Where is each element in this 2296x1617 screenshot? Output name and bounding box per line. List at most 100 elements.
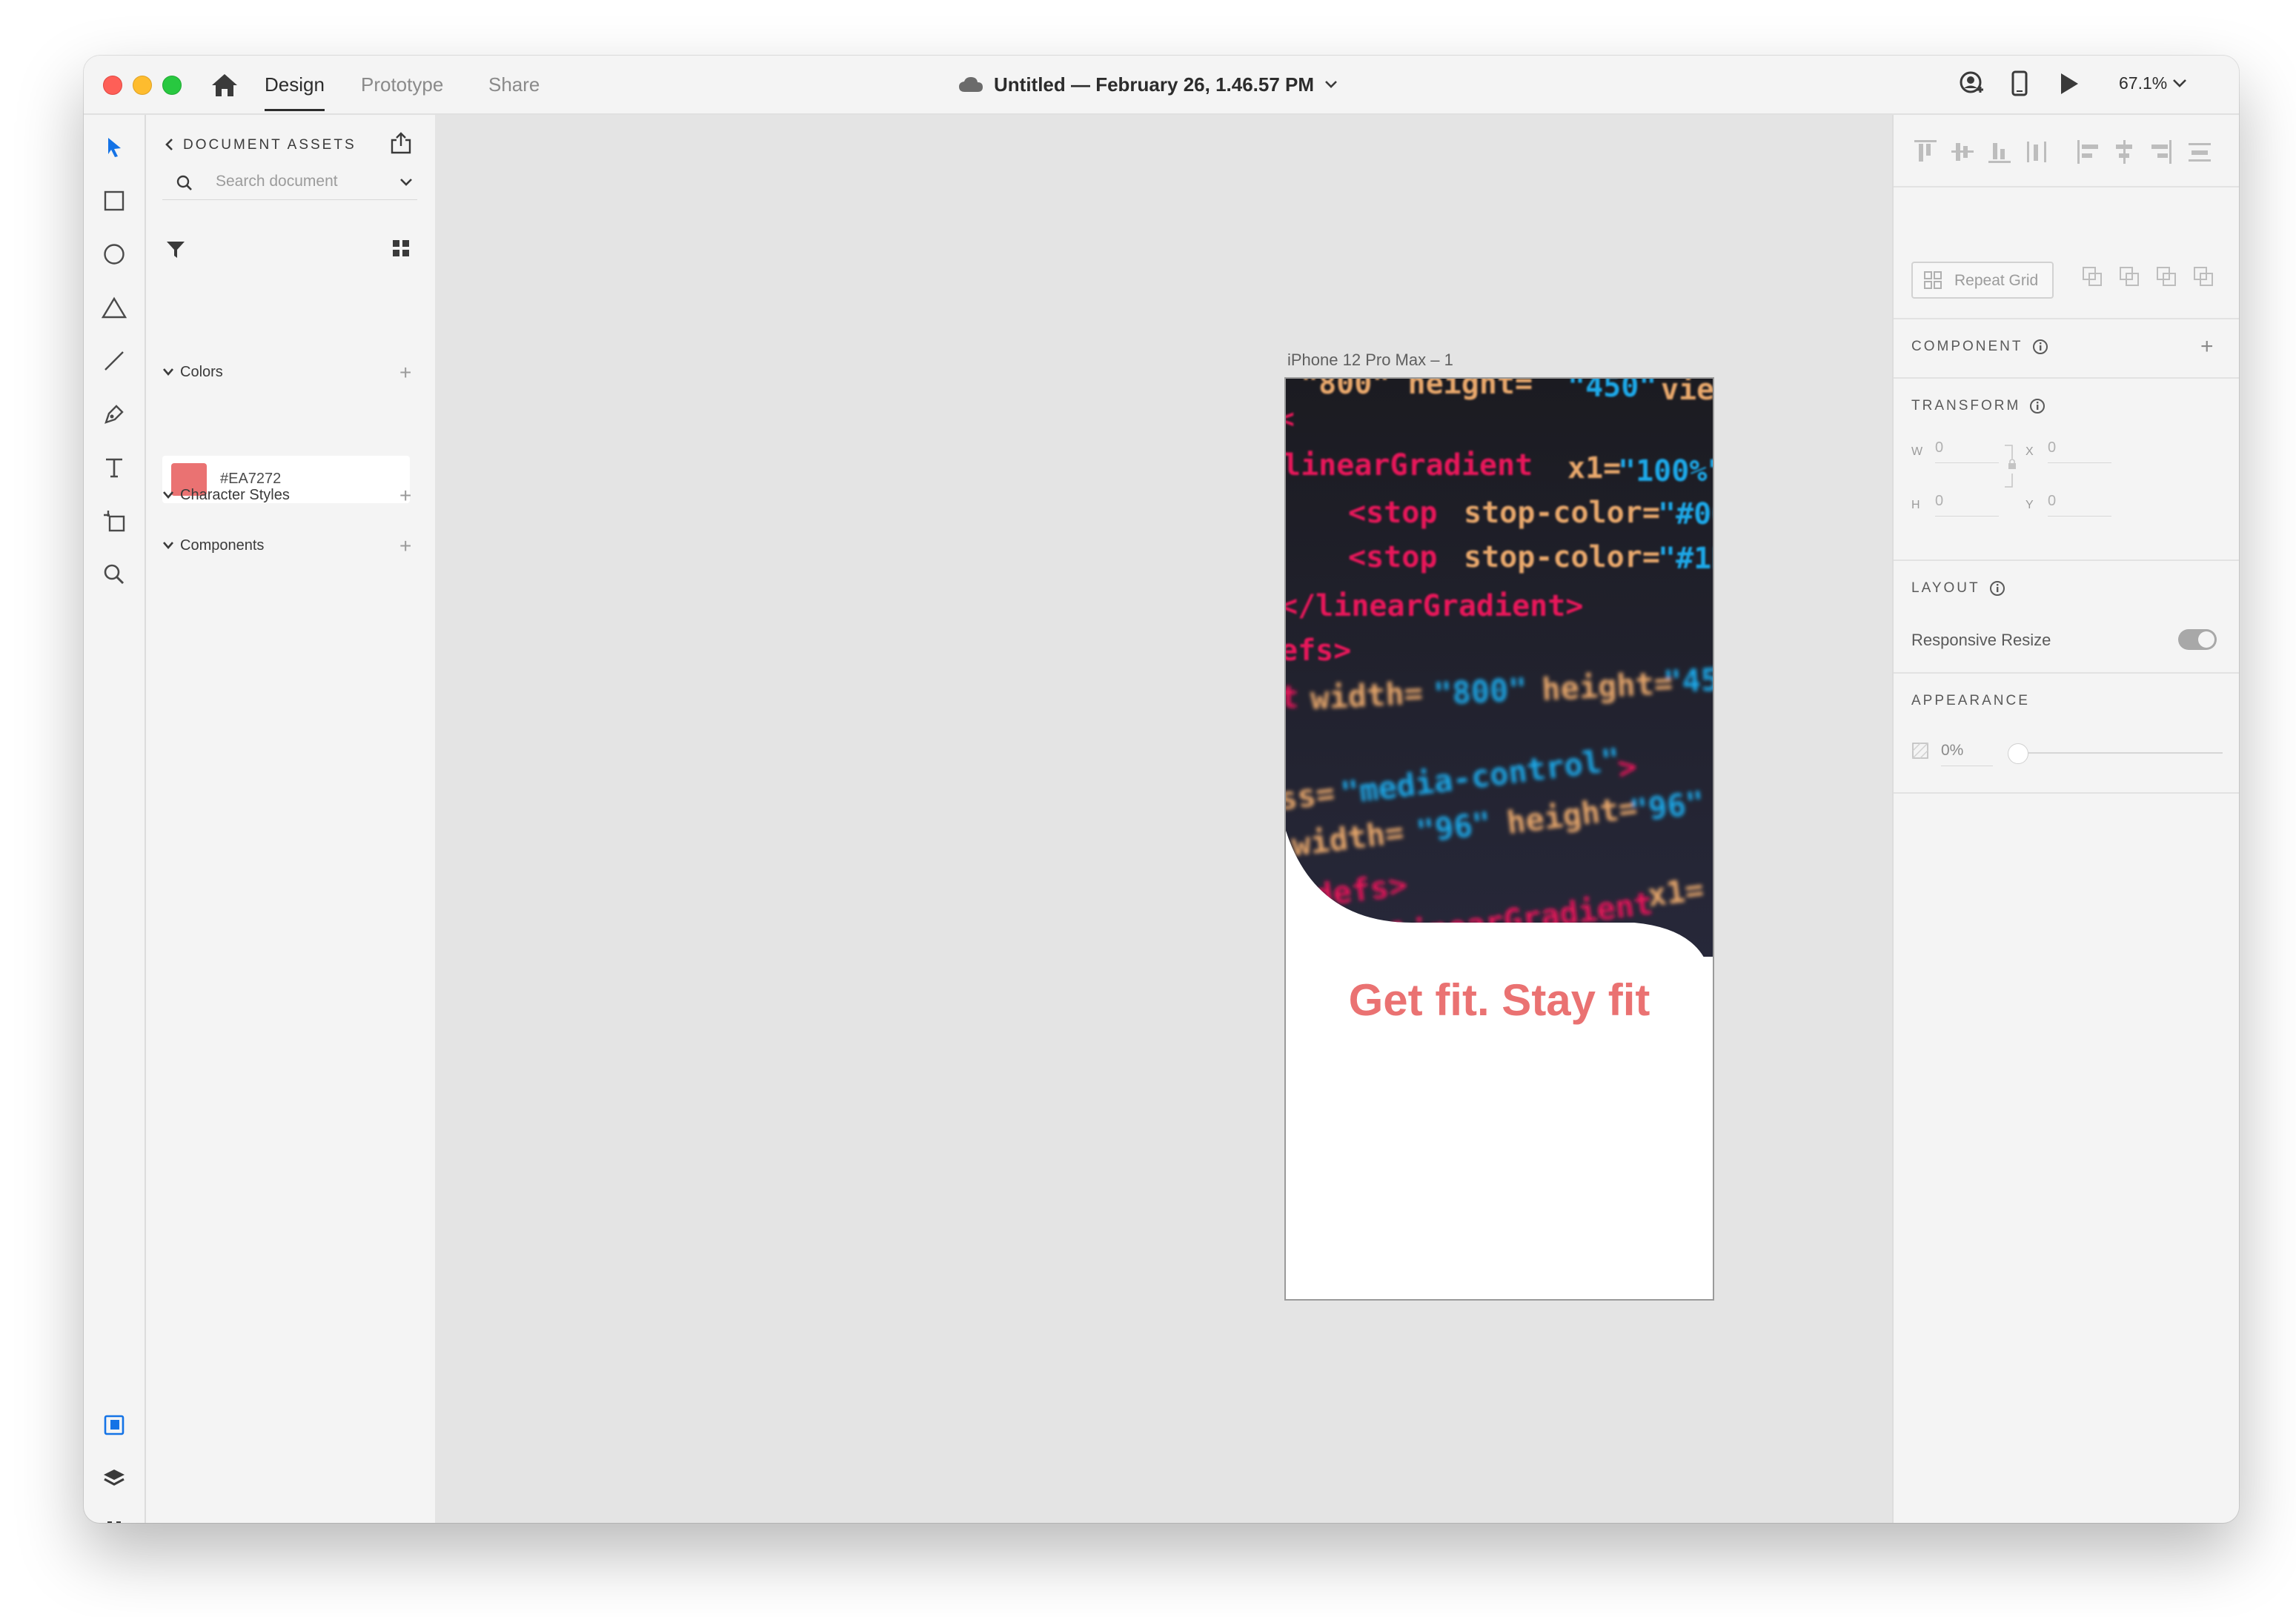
info-icon[interactable] bbox=[1989, 580, 2005, 597]
transform-heading-text: TRANSFORM bbox=[1911, 398, 2021, 414]
svg-text:"#1D: "#1D bbox=[1658, 542, 1713, 576]
design-canvas[interactable]: iPhone 12 Pro Max – 1 "800" height= "450… bbox=[437, 115, 1891, 1523]
component-heading: COMPONENT bbox=[1911, 339, 2048, 355]
divider bbox=[1894, 672, 2239, 674]
zoom-tool-icon[interactable] bbox=[99, 560, 129, 589]
svg-text:"800": "800" bbox=[1433, 671, 1528, 712]
grid-view-icon[interactable] bbox=[391, 238, 411, 262]
polygon-tool-icon[interactable] bbox=[99, 293, 129, 322]
colors-section-toggle[interactable]: Colors bbox=[162, 364, 223, 381]
assets-panel-icon[interactable] bbox=[99, 1410, 129, 1440]
document-title: Untitled — February 26, 1.46.57 PM bbox=[994, 73, 1315, 96]
share-user-icon[interactable] bbox=[1959, 70, 1985, 101]
components-section-toggle[interactable]: Components bbox=[162, 537, 264, 554]
search-placeholder: Search document bbox=[216, 173, 338, 190]
tab-share[interactable]: Share bbox=[488, 73, 540, 96]
zoom-window-button[interactable] bbox=[162, 76, 182, 95]
svg-text:height=: height= bbox=[1541, 665, 1673, 708]
svg-text:"100%": "100%" bbox=[1618, 454, 1713, 488]
svg-text:efs>: efs> bbox=[1286, 634, 1351, 668]
layers-panel-icon[interactable] bbox=[99, 1464, 129, 1493]
tab-prototype[interactable]: Prototype bbox=[361, 73, 443, 96]
ellipse-tool-icon[interactable] bbox=[99, 239, 129, 269]
add-color-icon[interactable]: + bbox=[399, 362, 411, 383]
layout-heading: LAYOUT bbox=[1911, 580, 2005, 597]
device-preview-icon[interactable] bbox=[2011, 70, 2028, 101]
character-styles-section-label: Character Styles bbox=[180, 487, 290, 503]
search-icon bbox=[176, 174, 193, 196]
repeat-grid-button[interactable]: Repeat Grid bbox=[1911, 262, 2054, 299]
line-tool-icon[interactable] bbox=[99, 346, 129, 376]
plugins-panel-icon[interactable] bbox=[99, 1515, 129, 1523]
repeat-grid-icon bbox=[1924, 271, 1942, 289]
svg-text:"450: "450 bbox=[1662, 660, 1713, 700]
color-hex-label: #EA7272 bbox=[220, 471, 282, 487]
svg-text:"#06: "#06 bbox=[1658, 497, 1713, 531]
opacity-slider-track[interactable] bbox=[2015, 752, 2223, 754]
home-icon[interactable] bbox=[210, 72, 239, 99]
artboard-label[interactable]: iPhone 12 Pro Max – 1 bbox=[1287, 351, 1453, 370]
tool-bar bbox=[84, 115, 146, 1523]
appearance-heading: APPEARANCE bbox=[1911, 693, 2030, 708]
hero-headline[interactable]: Get fit. Stay fit bbox=[1286, 974, 1713, 1026]
character-styles-section-toggle[interactable]: Character Styles bbox=[162, 487, 290, 504]
chevron-left-icon[interactable] bbox=[164, 137, 174, 156]
minimize-window-button[interactable] bbox=[133, 76, 152, 95]
artboard-tool-icon[interactable] bbox=[99, 506, 129, 536]
y-position-field[interactable]: 0 bbox=[2048, 493, 2111, 517]
svg-text:linearGradient: linearGradient bbox=[1286, 448, 1533, 482]
layout-heading-text: LAYOUT bbox=[1911, 580, 1980, 597]
tab-design[interactable]: Design bbox=[265, 73, 325, 111]
divider bbox=[1894, 792, 2239, 794]
width-label: W bbox=[1911, 445, 1923, 458]
svg-text:vie: vie bbox=[1661, 379, 1713, 407]
zoom-level[interactable]: 67.1% bbox=[2119, 73, 2167, 93]
info-icon[interactable] bbox=[2029, 398, 2046, 414]
chevron-down-icon bbox=[162, 364, 174, 381]
divider bbox=[1894, 186, 2239, 187]
colors-section-label: Colors bbox=[180, 364, 223, 380]
height-field[interactable]: 0 bbox=[1935, 493, 1999, 517]
component-heading-text: COMPONENT bbox=[1911, 339, 2023, 355]
align-icons-group bbox=[1914, 140, 2211, 164]
opacity-field[interactable]: 0% bbox=[1941, 742, 1993, 766]
divider bbox=[1894, 560, 2239, 561]
svg-text:"450": "450" bbox=[1567, 379, 1656, 404]
play-icon[interactable] bbox=[2058, 70, 2080, 101]
filter-icon[interactable] bbox=[165, 239, 186, 264]
document-title-menu[interactable]: Untitled — February 26, 1.46.57 PM bbox=[958, 70, 1338, 99]
svg-text:width=: width= bbox=[1310, 674, 1424, 717]
opacity-slider-handle[interactable] bbox=[2008, 743, 2028, 764]
add-component-icon[interactable]: + bbox=[2200, 334, 2214, 359]
repeat-grid-label: Repeat Grid bbox=[1954, 272, 2039, 289]
text-tool-icon[interactable] bbox=[99, 453, 129, 482]
app-window: Design Prototype Share Untitled — Februa… bbox=[84, 56, 2239, 1523]
search-field[interactable]: Search document bbox=[162, 165, 417, 200]
x-position-field[interactable]: 0 bbox=[2048, 439, 2111, 463]
close-window-button[interactable] bbox=[103, 76, 122, 95]
boolean-ops-icons bbox=[2083, 267, 2213, 286]
artboard[interactable]: "800" height= "450" vie < linearGradient… bbox=[1284, 377, 1714, 1301]
svg-text:</linearGradient>: </linearGradient> bbox=[1286, 589, 1583, 623]
components-section-label: Components bbox=[180, 537, 265, 554]
chevron-down-icon[interactable] bbox=[399, 177, 413, 190]
divider bbox=[1894, 377, 2239, 379]
title-bar: Design Prototype Share Untitled — Februa… bbox=[84, 56, 2239, 115]
y-label: Y bbox=[2025, 499, 2034, 511]
export-assets-icon[interactable] bbox=[389, 131, 413, 159]
zoom-dropdown-icon[interactable] bbox=[2172, 78, 2187, 92]
pen-tool-icon[interactable] bbox=[99, 399, 129, 429]
assets-panel-title: DOCUMENT ASSETS bbox=[183, 137, 356, 153]
responsive-resize-toggle[interactable] bbox=[2178, 629, 2217, 650]
select-tool-icon[interactable] bbox=[99, 133, 129, 162]
add-character-style-icon[interactable]: + bbox=[399, 485, 411, 506]
width-field[interactable]: 0 bbox=[1935, 439, 1999, 463]
add-component-icon[interactable]: + bbox=[399, 536, 411, 557]
code-background-image[interactable]: "800" height= "450" vie < linearGradient… bbox=[1286, 379, 1713, 957]
lock-aspect-icon[interactable] bbox=[2003, 444, 2020, 488]
transform-heading: TRANSFORM bbox=[1911, 398, 2046, 414]
chevron-down-icon bbox=[1325, 81, 1337, 88]
info-icon[interactable] bbox=[2032, 339, 2048, 355]
rectangle-tool-icon[interactable] bbox=[99, 186, 129, 216]
opacity-icon bbox=[1912, 743, 1928, 759]
